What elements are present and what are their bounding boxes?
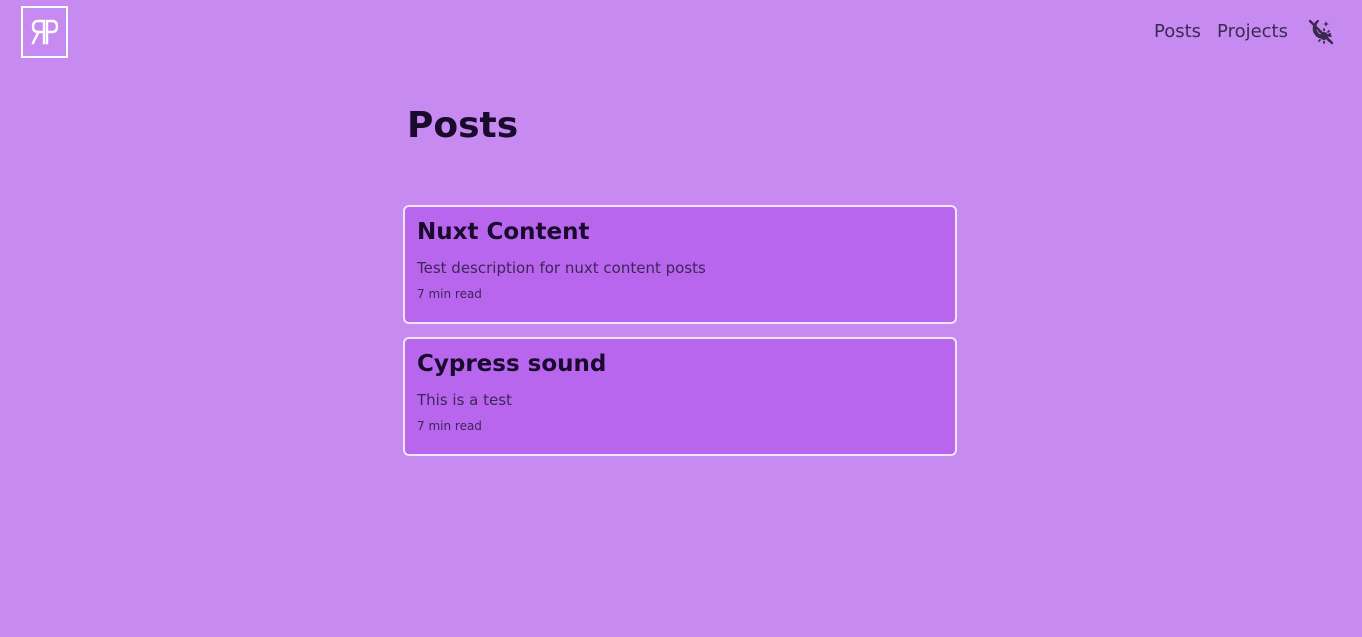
post-card[interactable]: Nuxt Content Test description for nuxt c… [403,205,957,324]
post-description: This is a test [417,391,512,409]
theme-toggle-button[interactable] [1306,17,1336,47]
main-nav: Posts Projects [1154,17,1336,47]
post-read-time: 7 min read [417,419,482,433]
post-title[interactable]: Cypress sound [417,349,943,379]
post-card[interactable]: Cypress sound This is a test 7 min read [403,337,957,456]
post-list: Nuxt Content Test description for nuxt c… [403,205,957,469]
logo-link[interactable] [21,6,68,58]
moon-sun-toggle-icon [1308,19,1334,45]
post-title[interactable]: Nuxt Content [417,217,943,247]
rp-monogram-logo-icon [30,19,58,45]
nav-link-projects[interactable]: Projects [1217,17,1288,47]
page-title: Posts [407,105,519,146]
post-read-time: 7 min read [417,287,482,301]
nav-link-posts[interactable]: Posts [1154,17,1201,47]
post-description: Test description for nuxt content posts [417,259,706,277]
